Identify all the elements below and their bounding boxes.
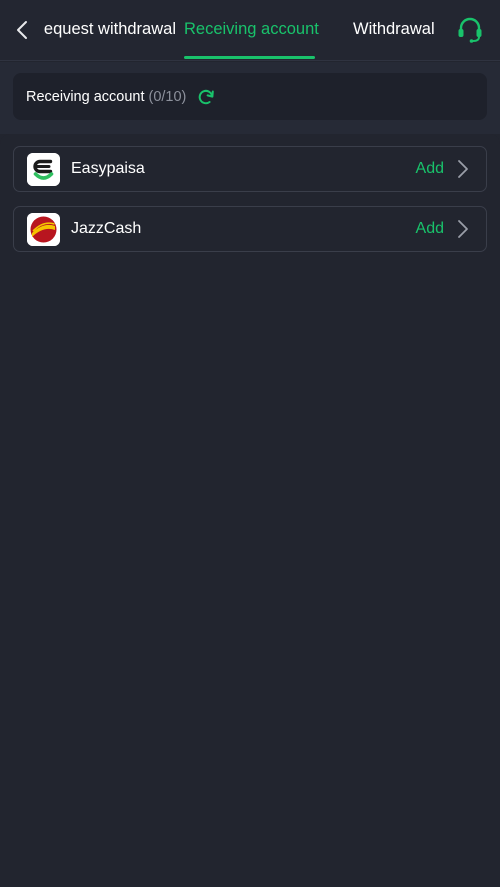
chevron-left-icon xyxy=(17,21,27,39)
add-easypaisa-button[interactable]: Add xyxy=(416,147,444,191)
chevron-right-icon xyxy=(456,219,470,239)
account-count: (0/10) xyxy=(148,88,187,105)
tab-withdrawal-history[interactable]: Withdrawal history xyxy=(353,0,440,61)
method-name: Easypaisa xyxy=(71,160,145,177)
list-item-easypaisa[interactable]: Easypaisa Add xyxy=(13,146,487,192)
tab-strip: Request withdrawal Receiving account Wit… xyxy=(44,0,440,61)
method-name: JazzCash xyxy=(71,220,142,237)
jazzcash-logo xyxy=(27,213,60,246)
chevron-right-icon xyxy=(456,159,470,179)
summary-label: Receiving account xyxy=(26,88,145,105)
tab-request-withdrawal[interactable]: Request withdrawal xyxy=(44,0,176,61)
receiving-account-summary: Receiving account (0/10) xyxy=(13,73,487,120)
refresh-icon xyxy=(199,89,215,104)
easypaisa-logo xyxy=(27,153,60,186)
refresh-button[interactable] xyxy=(196,87,216,107)
active-tab-indicator xyxy=(184,56,315,59)
support-button[interactable] xyxy=(452,12,488,48)
list-item-jazzcash[interactable]: JazzCash Add xyxy=(13,206,487,252)
tab-receiving-account[interactable]: Receiving account xyxy=(184,0,319,61)
add-jazzcash-button[interactable]: Add xyxy=(416,207,444,251)
headset-icon xyxy=(458,17,482,43)
top-bar: Request withdrawal Receiving account Wit… xyxy=(0,0,500,61)
back-button[interactable] xyxy=(8,14,36,46)
payment-methods-list: Easypaisa Add JazzCash Add xyxy=(0,134,500,887)
